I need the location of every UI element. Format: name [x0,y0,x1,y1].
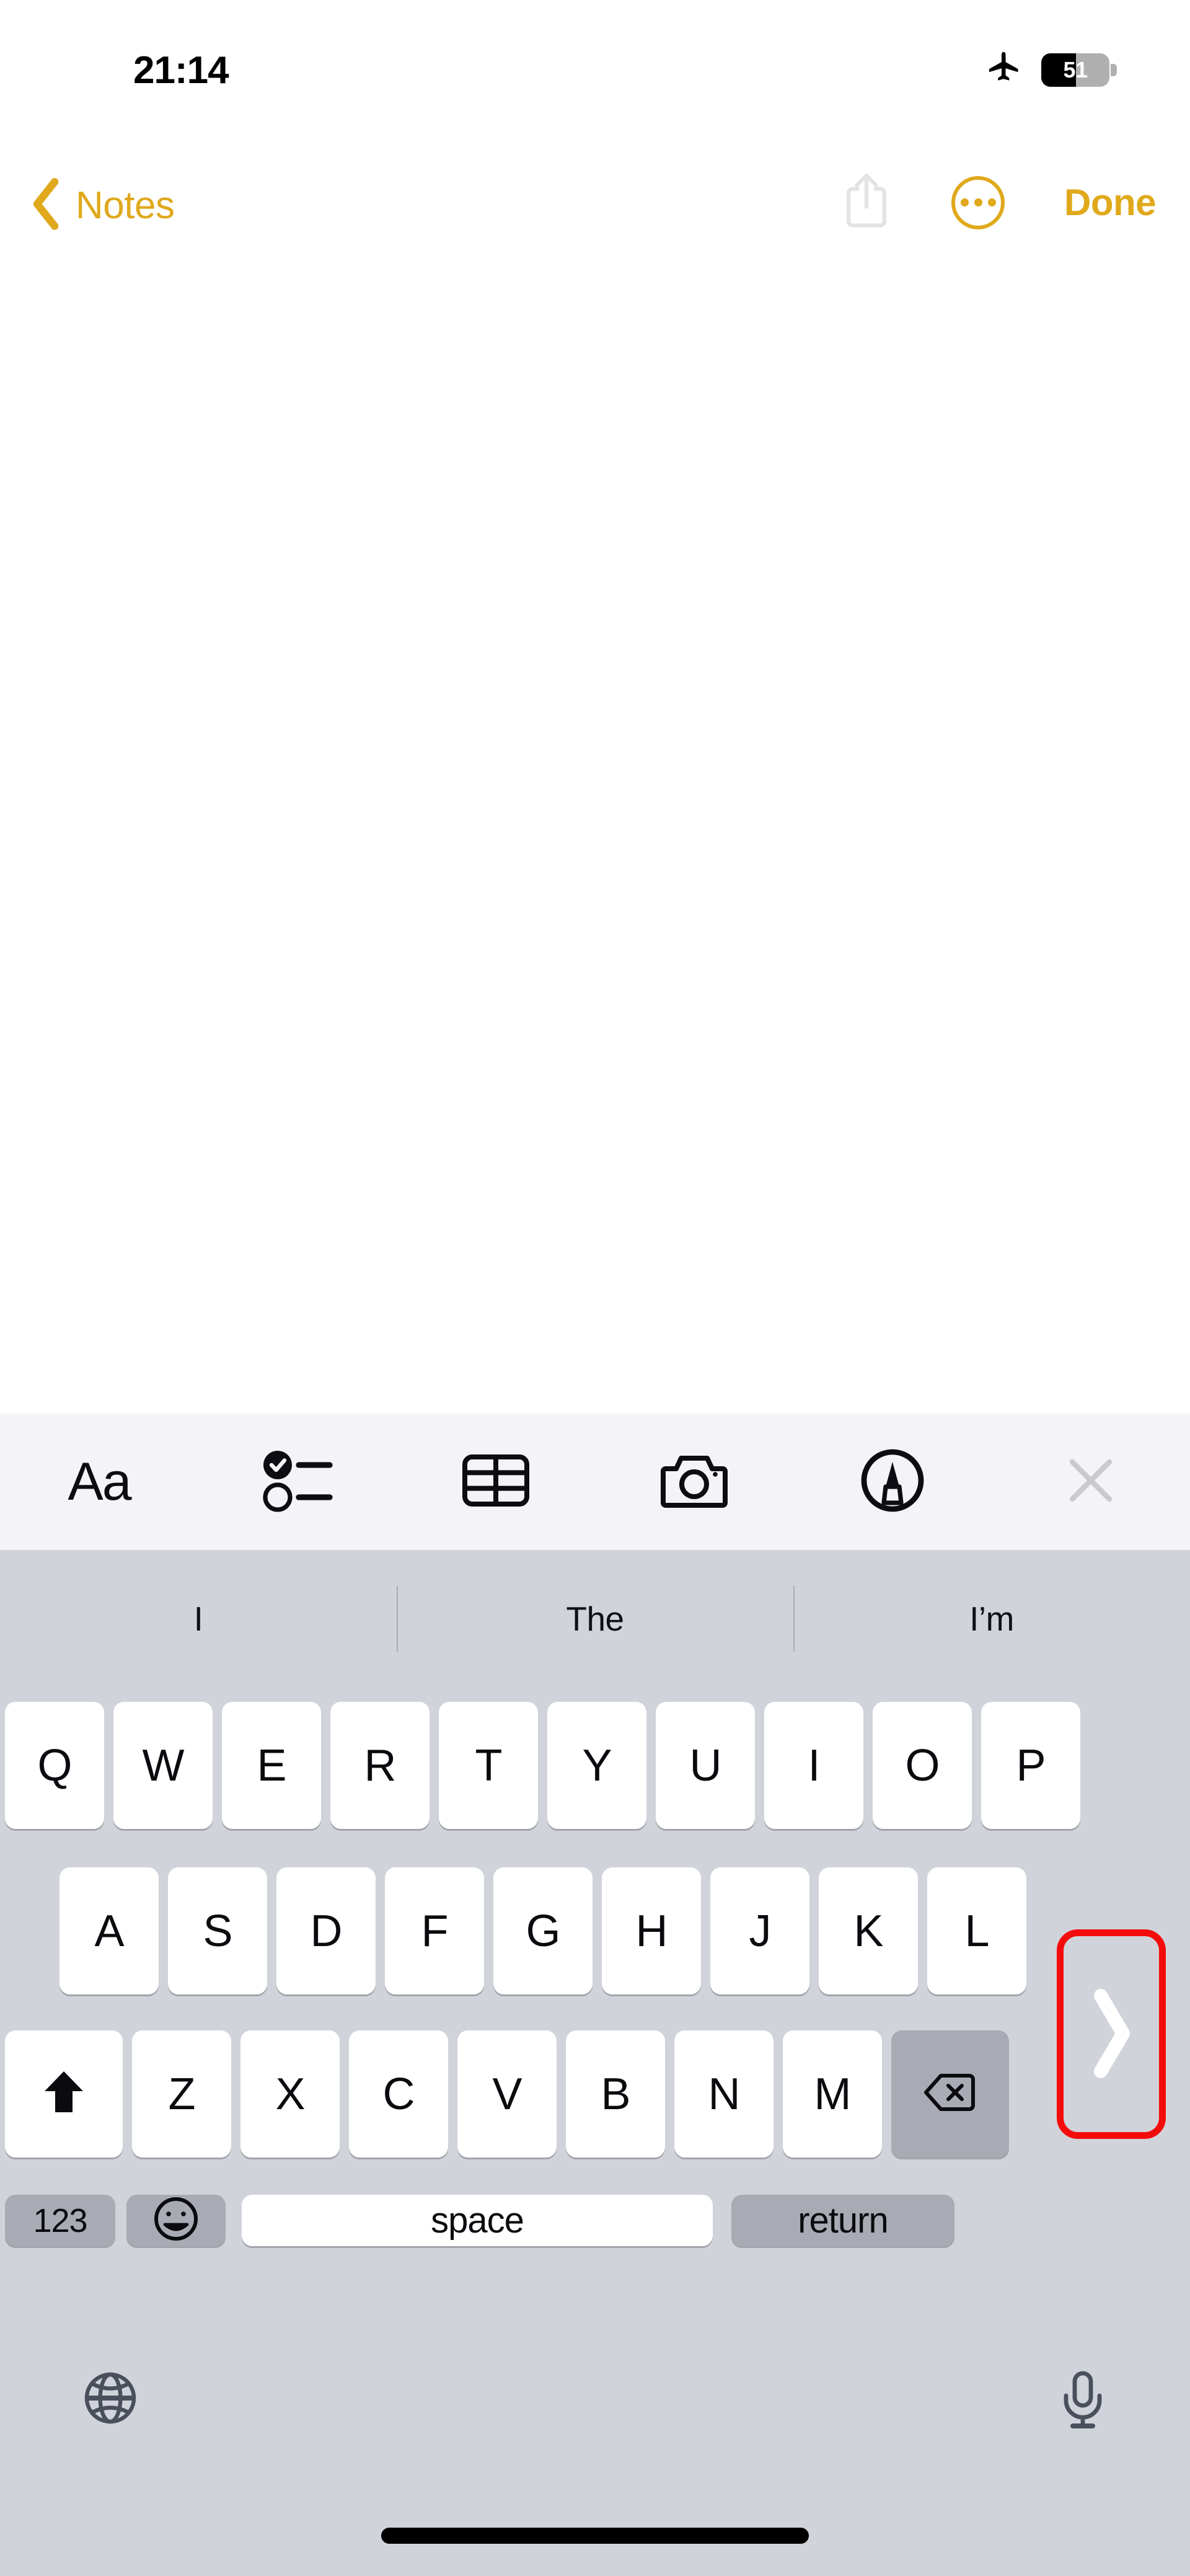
done-button[interactable]: Done [1064,181,1157,224]
key-b[interactable]: B [566,2030,665,2158]
prediction-label-1: I [193,1600,203,1638]
key-t[interactable]: T [439,1702,538,1829]
emoji-smiley-icon [152,2195,200,2246]
keyboard-row-3-wrap: Z X C V B N M [0,2030,1190,2158]
key-n[interactable]: N [674,2030,774,2158]
globe-language-key[interactable] [81,2368,140,2431]
key-y[interactable]: Y [547,1702,646,1829]
key-x[interactable]: X [240,2030,340,2158]
more-options-button[interactable] [951,175,1005,229]
close-keyboard-button[interactable] [992,1414,1190,1550]
more-dot-1 [960,198,969,206]
expand-toolbar-chevron-icon[interactable] [1090,1987,1134,2083]
software-keyboard: I The I’m Q W E R T Y U I O P A S D F G … [0,1550,1190,2576]
prediction-label-2: The [566,1600,624,1638]
markup-pen-icon [859,1447,926,1517]
prediction-candidate-2[interactable]: The [397,1550,793,1688]
battery-indicator: 51 [1041,53,1117,87]
key-h[interactable]: H [602,1867,701,1994]
key-k[interactable]: K [819,1867,918,1994]
key-w[interactable]: W [113,1702,213,1829]
backspace-key[interactable] [891,2030,1009,2158]
key-u[interactable]: U [656,1702,755,1829]
backspace-delete-icon [922,2071,978,2117]
key-c[interactable]: C [349,2030,448,2158]
table-icon [461,1451,531,1513]
shift-up-arrow-icon [41,2068,87,2120]
key-e[interactable]: E [222,1702,321,1829]
predictive-text-bar: I The I’m [0,1550,1190,1688]
status-bar-indicators: 51 [985,50,1117,90]
prediction-candidate-1[interactable]: I [0,1550,397,1688]
shift-key[interactable] [5,2030,123,2158]
key-o[interactable]: O [873,1702,972,1829]
emoji-key[interactable] [126,2195,226,2246]
table-button[interactable] [397,1414,595,1550]
dictation-mic-key[interactable] [1056,2368,1109,2433]
status-bar: 21:14 51 [0,0,1190,105]
back-button-label: Notes [76,184,175,227]
return-key[interactable]: return [731,2195,954,2246]
key-s[interactable]: S [168,1867,267,1994]
key-z[interactable]: Z [132,2030,231,2158]
prediction-candidate-3[interactable]: I’m [793,1550,1190,1688]
key-r[interactable]: R [330,1702,430,1829]
more-dot-3 [987,198,996,206]
key-i[interactable]: I [764,1702,863,1829]
key-a[interactable]: A [60,1867,159,1994]
home-indicator [381,2528,809,2544]
keyboard-row-1: Q W E R T Y U I O P [0,1702,1190,1829]
keyboard-utility-row [0,2356,1190,2480]
key-p[interactable]: P [981,1702,1080,1829]
iphone-notes-screen: 21:14 51 Notes Done Aa I The I’m Q W E R… [0,0,1190,2576]
close-x-icon [1061,1451,1121,1513]
more-dot-2 [974,198,982,206]
keyboard-row-3: Z X C V B N M [0,2030,1190,2158]
camera-button[interactable] [595,1414,793,1550]
key-m[interactable]: M [783,2030,882,2158]
status-bar-clock: 21:14 [133,49,229,92]
camera-icon [659,1448,729,1516]
airplane-mode-icon [985,50,1023,90]
note-format-toolbar: Aa [0,1414,1190,1550]
aa-format-icon: Aa [68,1451,131,1512]
navigation-bar: Notes Done [0,171,1190,252]
checklist-icon [262,1448,333,1516]
keyboard-row-2-wrap: A S D F G H J K L [0,1866,1190,1994]
note-text-area[interactable] [0,252,1190,1414]
keyboard-row-4-wrap: 123 space return [0,2195,1190,2322]
space-key[interactable]: space [242,2195,713,2246]
key-d[interactable]: D [276,1867,376,1994]
keyboard-row-4: 123 space return [0,2195,1190,2246]
key-q[interactable]: Q [5,1702,104,1829]
nav-right-actions: Done [841,171,1157,234]
key-v[interactable]: V [457,2030,557,2158]
key-g[interactable]: G [493,1867,593,1994]
markup-button[interactable] [793,1414,992,1550]
back-to-notes-button[interactable]: Notes [29,175,175,236]
prediction-label-3: I’m [969,1600,1014,1638]
share-button[interactable] [841,171,892,234]
format-text-button[interactable]: Aa [0,1414,198,1550]
numbers-key[interactable]: 123 [5,2195,115,2246]
chevron-left-icon [29,175,64,236]
battery-nub [1111,63,1117,76]
battery-percent-label: 51 [1063,56,1088,82]
checklist-button[interactable] [198,1414,397,1550]
keyboard-row-2: A S D F G H J K L [0,1867,1190,1994]
key-f[interactable]: F [385,1867,484,1994]
key-l[interactable]: L [927,1867,1026,1994]
key-j[interactable]: J [710,1867,809,1994]
